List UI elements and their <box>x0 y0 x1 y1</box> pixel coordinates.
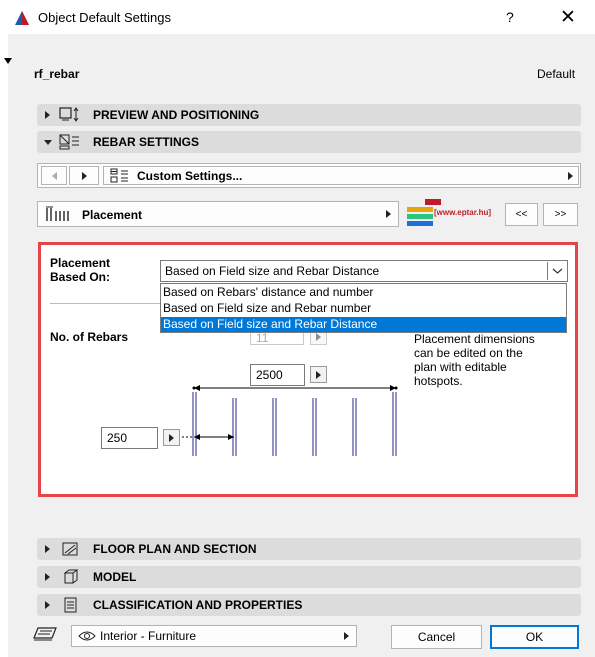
previous-page-button[interactable] <box>41 166 67 185</box>
label-line-1: Placement <box>50 256 111 270</box>
section-rebar-settings[interactable]: REBAR SETTINGS <box>37 131 581 153</box>
dropdown-arrow-icon <box>344 632 349 640</box>
default-label: Default <box>537 67 576 81</box>
select-chevron[interactable] <box>547 262 567 280</box>
expand-arrow-icon <box>45 545 50 553</box>
help-button[interactable]: ? <box>506 9 514 25</box>
placement-based-on-label: Placement Based On: <box>50 256 110 284</box>
placement-selected-value: Based on Field size and Rebar Distance <box>165 264 380 278</box>
expand-arrow-icon <box>45 111 50 119</box>
section-label-classification: CLASSIFICATION AND PROPERTIES <box>93 598 303 612</box>
placement-options-list[interactable]: Based on Rebars' distance and number Bas… <box>160 283 567 333</box>
previous-button[interactable]: << <box>505 203 538 226</box>
info-line: Placement dimensions <box>414 332 535 346</box>
settings-grid-icon <box>110 168 128 183</box>
section-preview-positioning[interactable]: PREVIEW AND POSITIONING <box>37 104 581 126</box>
section-label-rebar: REBAR SETTINGS <box>93 135 200 149</box>
custom-settings-dropdown[interactable]: Custom Settings... <box>103 166 579 185</box>
section-label-floor-plan: FLOOR PLAN AND SECTION <box>93 542 257 556</box>
info-line: plan with editable <box>414 360 507 374</box>
section-label-preview: PREVIEW AND POSITIONING <box>93 108 260 122</box>
distance-stepper[interactable] <box>163 429 180 446</box>
collapse-triangle-icon[interactable] <box>4 58 12 64</box>
distance-input[interactable]: 250 <box>101 427 158 449</box>
ok-button[interactable]: OK <box>490 625 579 649</box>
placement-info-text: Placement dimensions can be edited on th… <box>414 332 535 388</box>
next-page-button[interactable] <box>69 166 99 185</box>
right-arrow-icon <box>169 434 174 442</box>
window-title: Object Default Settings <box>38 10 171 25</box>
section-classification[interactable]: CLASSIFICATION AND PROPERTIES <box>37 594 581 616</box>
placement-bars-icon <box>46 206 69 221</box>
dropdown-arrow-icon <box>568 172 573 180</box>
expand-arrow-icon <box>45 573 50 581</box>
title-bar: Object Default Settings ? ✕ <box>0 0 595 34</box>
classification-icon <box>64 597 77 613</box>
archicad-app-icon <box>15 11 29 25</box>
layer-dropdown[interactable]: Interior - Furniture <box>71 625 357 647</box>
collapse-arrow-icon <box>44 140 52 145</box>
object-name: rf_rebar <box>34 67 80 81</box>
placement-page-dropdown[interactable]: Placement <box>37 201 399 227</box>
info-line: hotspots. <box>414 374 463 388</box>
close-button[interactable]: ✕ <box>560 6 576 29</box>
rebar-placement-diagram <box>182 385 398 456</box>
option-rebars-distance-number[interactable]: Based on Rebars' distance and number <box>163 285 373 300</box>
layer-icon <box>33 627 57 641</box>
info-line: can be edited on the <box>414 346 523 360</box>
right-arrow-icon <box>316 371 321 379</box>
next-button[interactable]: >> <box>543 203 578 226</box>
option-field-size-rebar-number[interactable]: Based on Field size and Rebar number <box>163 301 371 316</box>
layer-name: Interior - Furniture <box>100 629 197 643</box>
cancel-button[interactable]: Cancel <box>391 625 482 649</box>
label-line-2: Based On: <box>50 270 111 284</box>
placement-page-label: Placement <box>82 208 143 222</box>
dropdown-arrow-icon <box>386 210 391 218</box>
rebar-settings-icon <box>59 134 79 150</box>
section-model[interactable]: MODEL <box>37 566 581 588</box>
section-label-model: MODEL <box>93 570 137 584</box>
placement-select[interactable]: Based on Field size and Rebar Distance <box>160 260 568 282</box>
eptar-link[interactable]: [www.eptar.hu] <box>434 208 491 217</box>
floor-plan-icon <box>62 542 78 556</box>
right-arrow-icon <box>82 172 87 180</box>
eptar-logo[interactable]: [www.eptar.hu] <box>407 199 497 229</box>
expand-arrow-icon <box>45 601 50 609</box>
custom-settings-label: Custom Settings... <box>137 169 243 183</box>
no-of-rebars-label: No. of Rebars <box>50 330 129 344</box>
preview-icon <box>59 107 79 122</box>
left-arrow-icon <box>52 172 57 180</box>
eye-icon <box>78 631 96 641</box>
right-arrow-icon <box>316 333 321 341</box>
model-cube-icon <box>63 569 79 584</box>
chevron-down-icon <box>552 268 563 274</box>
option-field-size-rebar-distance[interactable]: Based on Field size and Rebar Distance <box>161 317 566 332</box>
section-floor-plan[interactable]: FLOOR PLAN AND SECTION <box>37 538 581 560</box>
